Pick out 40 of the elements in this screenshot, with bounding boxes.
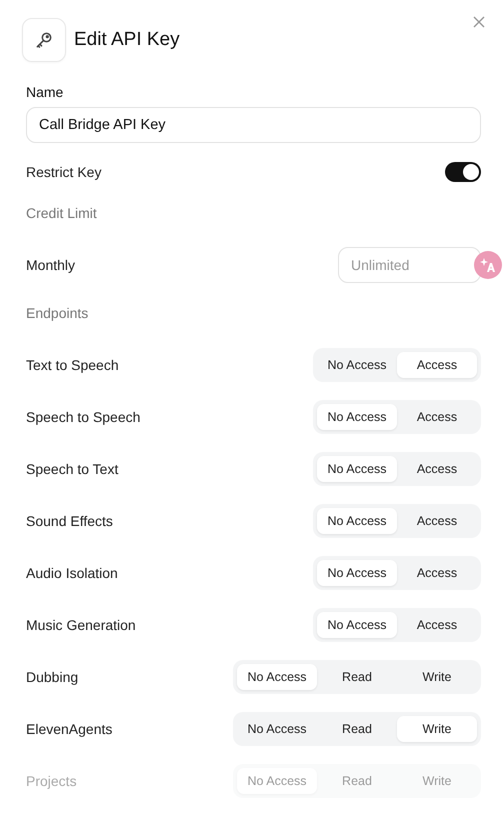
access-option[interactable]: Read — [317, 664, 397, 690]
access-option[interactable]: No Access — [237, 716, 317, 742]
access-option[interactable]: No Access — [317, 508, 397, 534]
access-option[interactable]: Write — [397, 716, 477, 742]
key-icon — [34, 30, 54, 50]
endpoint-label: Sound Effects — [26, 513, 113, 529]
restrict-key-toggle[interactable] — [445, 162, 481, 182]
name-label: Name — [26, 84, 64, 100]
dialog-title: Edit API Key — [74, 29, 180, 51]
monthly-label: Monthly — [26, 257, 76, 273]
close-icon — [473, 16, 485, 28]
access-option[interactable]: Read — [317, 716, 397, 742]
endpoint-label: Text to Speech — [26, 357, 119, 373]
access-option[interactable]: No Access — [237, 664, 317, 690]
access-option[interactable]: Access — [397, 404, 477, 430]
endpoint-label: Speech to Speech — [26, 409, 140, 425]
translate-extension-icon[interactable] — [474, 251, 502, 279]
endpoint-label: ElevenAgents — [26, 721, 112, 737]
access-option[interactable]: Access — [397, 612, 477, 638]
endpoint-label: Music Generation — [26, 617, 136, 633]
access-option[interactable]: Access — [397, 560, 477, 586]
close-button[interactable] — [471, 14, 487, 30]
monthly-limit-input[interactable]: Unlimited — [338, 247, 481, 283]
access-option[interactable]: No Access — [317, 404, 397, 430]
access-option[interactable]: No Access — [317, 456, 397, 482]
access-option[interactable]: Write — [397, 664, 477, 690]
access-option[interactable]: Access — [397, 352, 477, 378]
restrict-key-label: Restrict Key — [26, 164, 102, 180]
access-option[interactable]: Access — [397, 456, 477, 482]
endpoint-label: Audio Isolation — [26, 565, 118, 581]
access-option[interactable]: No Access — [317, 560, 397, 586]
access-option[interactable]: No Access — [317, 352, 397, 378]
access-option[interactable]: Access — [397, 508, 477, 534]
credit-limit-heading: Credit Limit — [26, 205, 97, 221]
endpoint-label: Dubbing — [26, 669, 78, 685]
endpoint-label: Projects — [26, 773, 77, 789]
name-input[interactable]: Call Bridge API Key — [26, 107, 481, 143]
endpoints-heading: Endpoints — [26, 305, 88, 321]
endpoint-label: Speech to Text — [26, 461, 118, 477]
access-option[interactable]: No Access — [317, 612, 397, 638]
